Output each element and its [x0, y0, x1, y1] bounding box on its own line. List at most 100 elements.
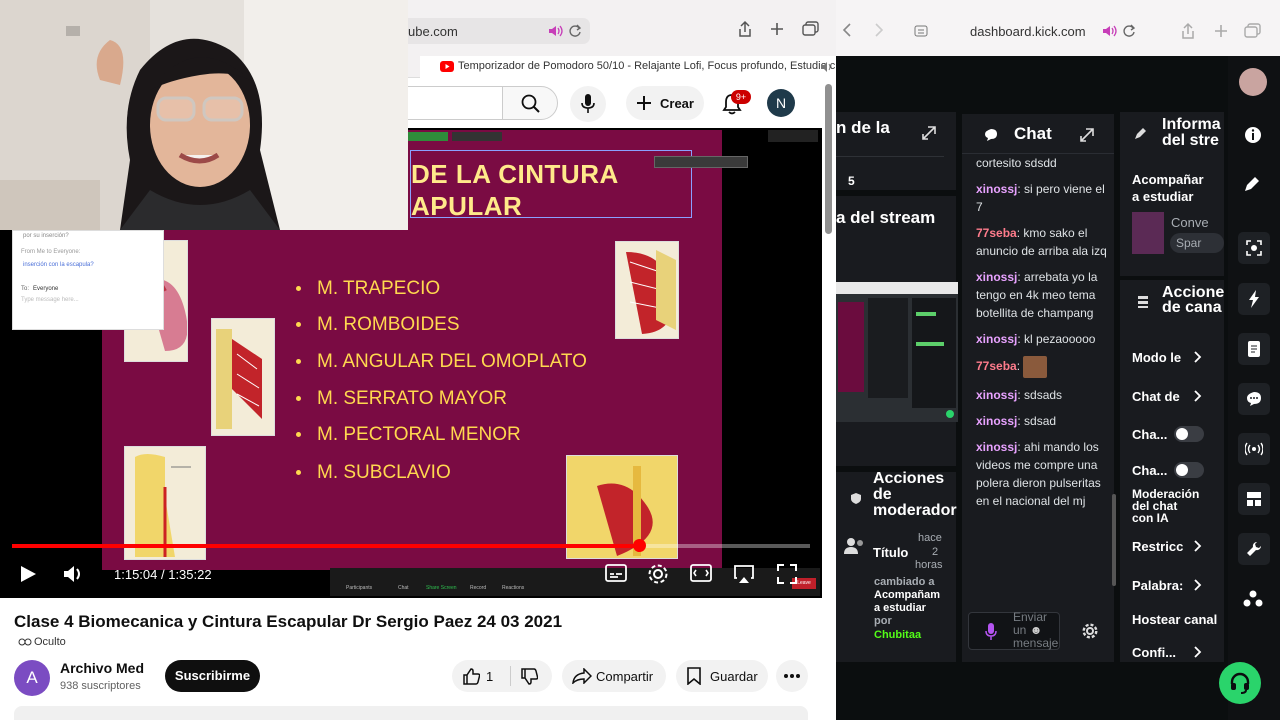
zoom-chat-placeholder[interactable]: Type message here... — [21, 297, 79, 303]
zoom-control-label[interactable]: Share Screen — [426, 585, 457, 591]
user-avatar[interactable] — [1239, 68, 1267, 96]
panel-title: del stre — [1162, 132, 1219, 149]
address-bar[interactable]: ube.com — [400, 18, 590, 44]
speaker-icon[interactable] — [1101, 24, 1117, 38]
setting-config[interactable]: Confi... — [1132, 645, 1176, 660]
speaker-icon[interactable] — [547, 24, 563, 38]
setting-chat[interactable]: Chat de — [1132, 389, 1180, 404]
rail-button-tools[interactable] — [1238, 533, 1270, 565]
chevron-right-icon — [1194, 579, 1202, 591]
apps-icon[interactable] — [1243, 590, 1263, 608]
popout-icon[interactable] — [922, 126, 936, 140]
share-button[interactable]: Compartir — [562, 660, 666, 692]
tab-overview-icon[interactable] — [802, 21, 820, 37]
support-button[interactable] — [1219, 662, 1261, 704]
slide-title-box: DE LA CINTURA APULAR — [410, 150, 692, 221]
zoom-control-label[interactable]: Reactions — [502, 585, 524, 591]
mod-time: hace — [918, 532, 942, 544]
channel-name[interactable]: Archivo Med — [60, 660, 144, 676]
page-scrollbar[interactable] — [825, 84, 832, 234]
stream-preview-thumbnail[interactable] — [836, 282, 958, 422]
rail-button-layout[interactable] — [1238, 483, 1270, 515]
mod-change-text: por — [874, 615, 892, 627]
setting-host-channel[interactable]: Hostear canal — [1132, 612, 1217, 627]
tab-overview-icon[interactable] — [1244, 23, 1262, 39]
tag-chip[interactable]: Spar — [1170, 233, 1224, 253]
new-tab-icon[interactable] — [1214, 24, 1228, 38]
subscribe-button[interactable]: Suscribirme — [165, 660, 260, 692]
forward-icon[interactable] — [874, 23, 884, 37]
chat-username[interactable]: 77seba — [976, 226, 1017, 240]
tab-audio-icon[interactable] — [820, 61, 833, 73]
share-arrow-icon — [572, 668, 592, 684]
reload-icon[interactable] — [568, 24, 582, 38]
bullet-item: M. SUBCLAVIO — [296, 462, 451, 484]
chat-username[interactable]: xinossj — [976, 182, 1017, 196]
chat-username[interactable]: 77seba — [976, 359, 1017, 373]
address-bar[interactable]: dashboard.kick.com — [906, 18, 1146, 44]
share-icon[interactable] — [737, 20, 753, 38]
progress-scrubber[interactable] — [633, 539, 646, 552]
chat-username[interactable]: xinossj — [976, 388, 1017, 402]
zoom-control-label[interactable]: Chat — [398, 585, 409, 591]
chat-settings-gear-icon[interactable] — [1082, 623, 1098, 639]
chat-input[interactable]: Enviar un ☻ mensaje — [968, 611, 1060, 650]
subtitles-icon[interactable] — [605, 564, 627, 582]
setting-toggle[interactable] — [1174, 462, 1204, 478]
dashboard-rail — [1228, 56, 1280, 720]
lightning-icon — [1249, 290, 1259, 308]
create-button[interactable]: Crear — [626, 86, 704, 120]
zoom-control-label[interactable]: Record — [470, 585, 486, 591]
new-tab-icon[interactable] — [770, 22, 784, 36]
chat-username[interactable]: xinossj — [976, 414, 1017, 428]
tab-pomodoro[interactable]: Temporizador de Pomodoro 50/10 - Relajan… — [420, 56, 836, 78]
mod-change-user[interactable]: Chubitaa — [874, 629, 921, 641]
back-icon[interactable] — [842, 23, 852, 37]
setting-ai-moderation: con IA — [1132, 511, 1169, 525]
reload-icon[interactable] — [1122, 24, 1136, 38]
chat-scrollbar[interactable] — [1112, 494, 1116, 586]
anatomy-illustration — [211, 318, 275, 436]
search-button[interactable] — [502, 86, 558, 120]
bullet-item: M. TRAPECIO — [296, 278, 440, 300]
microphone-icon — [581, 94, 595, 113]
rail-button-notes[interactable] — [1238, 333, 1270, 365]
info-icon[interactable] — [1244, 126, 1262, 144]
zoom-control-label[interactable]: Participants — [346, 585, 372, 591]
rail-button-broadcast[interactable] — [1238, 433, 1270, 465]
channel-avatar[interactable]: A — [14, 660, 50, 696]
webcam-overlay — [0, 0, 408, 230]
rail-button-chat[interactable] — [1238, 383, 1270, 415]
rail-button-power[interactable] — [1238, 283, 1270, 315]
chat-username[interactable]: xinossj — [976, 440, 1017, 454]
setting-toggle[interactable] — [1174, 426, 1204, 442]
fullscreen-icon[interactable] — [776, 563, 798, 585]
account-avatar[interactable]: N — [767, 89, 795, 117]
more-actions-button[interactable] — [776, 660, 808, 692]
subscriber-count: 938 suscriptores — [60, 680, 141, 692]
rail-button-camera[interactable] — [1238, 232, 1270, 264]
volume-icon[interactable] — [62, 564, 84, 584]
share-icon[interactable] — [1180, 22, 1196, 40]
create-label: Crear — [660, 96, 694, 111]
microphone-icon[interactable] — [985, 623, 997, 641]
setting-restrictions[interactable]: Restricc — [1132, 539, 1183, 554]
play-icon[interactable] — [18, 564, 38, 584]
category-thumbnail[interactable] — [1132, 212, 1164, 254]
site-settings-icon[interactable] — [914, 25, 928, 37]
progress-fill — [12, 544, 639, 548]
like-icon[interactable] — [462, 667, 480, 685]
airplay-icon[interactable] — [733, 564, 755, 584]
zoom-chat-to-value[interactable]: Everyone — [33, 286, 58, 292]
chat-username[interactable]: xinossj — [976, 270, 1017, 284]
settings-gear-icon[interactable] — [647, 563, 669, 585]
dislike-icon[interactable] — [520, 668, 538, 686]
popout-icon[interactable] — [1080, 128, 1094, 142]
setting-modo[interactable]: Modo le — [1132, 350, 1181, 365]
chat-username[interactable]: xinossj — [976, 332, 1017, 346]
edit-pencil-icon[interactable] — [1244, 176, 1260, 192]
voice-search-button[interactable] — [570, 86, 606, 122]
theater-mode-icon[interactable] — [690, 564, 712, 582]
setting-words[interactable]: Palabra: — [1132, 578, 1183, 593]
save-button[interactable]: Guardar — [676, 660, 768, 692]
